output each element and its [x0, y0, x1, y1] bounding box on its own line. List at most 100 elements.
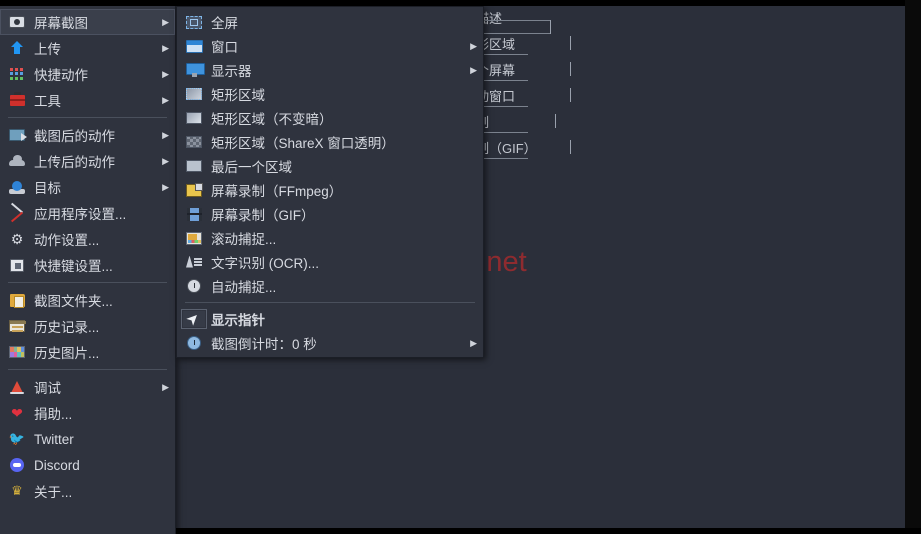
- camera-icon: [6, 14, 28, 30]
- submenu-item-label: 屏幕录制（GIF）: [211, 208, 315, 223]
- screenshot-submenu[interactable]: 全屏 窗口 ▶ 显示器 ▶ 矩形区域 矩形区域（不变暗） 矩形区域（ShareX…: [176, 6, 484, 358]
- menu-item-label: 目标: [34, 181, 61, 196]
- menu-separator: [8, 117, 167, 118]
- submenu-item-last-region[interactable]: 最后一个区域: [177, 154, 483, 178]
- background-table: 描述 形区域 个屏幕 动窗口 制 制（GIF）: [476, 8, 596, 164]
- submenu-item-label: 截图倒计时：0 秒: [211, 337, 317, 352]
- submenu-item-ocr[interactable]: 文字识别 (OCR)...: [177, 250, 483, 274]
- chevron-right-icon: ▶: [162, 381, 169, 392]
- tray-main-menu[interactable]: 屏幕截图 ▶ 上传 ▶ 快捷动作 ▶ 工具 ▶ 截图后的动作 ▶ 上传后的动作 …: [0, 6, 176, 534]
- submenu-item-monitor[interactable]: 显示器 ▶: [177, 58, 483, 82]
- submenu-item-region-transparent[interactable]: 矩形区域（ShareX 窗口透明）: [177, 130, 483, 154]
- chevron-right-icon: ▶: [162, 16, 169, 27]
- app-root: 描述 形区域 个屏幕 动窗口 制 制（GIF）: [0, 0, 921, 534]
- menu-item-label: 上传后的动作: [34, 155, 115, 170]
- menu-item-image-history[interactable]: 历史图片...: [0, 339, 175, 365]
- menu-item-twitter[interactable]: 🐦 Twitter: [0, 426, 175, 452]
- submenu-item-region[interactable]: 矩形区域: [177, 82, 483, 106]
- menu-item-task-settings[interactable]: ⚙ 动作设置...: [0, 226, 175, 252]
- submenu-item-label: 矩形区域（ShareX 窗口透明）: [211, 136, 395, 151]
- menu-item-upload[interactable]: 上传 ▶: [0, 35, 175, 61]
- delay-clock-icon: [183, 335, 205, 351]
- menu-item-screenshots-folder[interactable]: 截图文件夹...: [0, 287, 175, 313]
- monitor-icon: [183, 62, 205, 78]
- submenu-item-label: 矩形区域: [211, 88, 265, 103]
- table-row: 制: [476, 112, 596, 138]
- menu-item-label: 截图文件夹...: [34, 294, 113, 309]
- menu-separator: [8, 282, 167, 283]
- chevron-right-icon: ▶: [162, 42, 169, 53]
- menu-item-after-upload[interactable]: 上传后的动作 ▶: [0, 148, 175, 174]
- submenu-item-fullscreen[interactable]: 全屏: [177, 10, 483, 34]
- menu-item-history[interactable]: 历史记录...: [0, 313, 175, 339]
- menu-item-after-capture[interactable]: 截图后的动作 ▶: [0, 122, 175, 148]
- menu-separator: [185, 302, 475, 303]
- submenu-item-capture-delay[interactable]: 截图倒计时：0 秒 ▶: [177, 331, 483, 355]
- chevron-right-icon: ▶: [162, 129, 169, 140]
- chevron-right-icon: ▶: [470, 337, 477, 348]
- table-row: 个屏幕: [476, 60, 596, 86]
- submenu-item-label: 矩形区域（不变暗）: [211, 112, 333, 127]
- scrolling-capture-icon: [183, 230, 205, 246]
- last-region-icon: [183, 158, 205, 174]
- submenu-item-scrolling-capture[interactable]: 滚动捕捉...: [177, 226, 483, 250]
- menu-item-debug[interactable]: 调试 ▶: [0, 374, 175, 400]
- menu-item-label: 动作设置...: [34, 233, 100, 248]
- submenu-item-record-ffmpeg[interactable]: 屏幕录制（FFmpeg）: [177, 178, 483, 202]
- menu-item-label: 上传: [34, 42, 61, 57]
- upload-arrow-icon: [6, 40, 28, 56]
- submenu-item-region-light[interactable]: 矩形区域（不变暗）: [177, 106, 483, 130]
- table-row: 描述: [476, 8, 596, 34]
- submenu-item-label: 显示器: [211, 64, 252, 79]
- menu-item-app-settings[interactable]: 应用程序设置...: [0, 200, 175, 226]
- submenu-item-label: 滚动捕捉...: [211, 232, 277, 247]
- window-icon: [183, 38, 205, 54]
- record-ffmpeg-icon: [183, 182, 205, 198]
- menu-item-label: 历史记录...: [34, 320, 100, 335]
- menu-separator: [8, 369, 167, 370]
- cursor-icon: ➤: [181, 308, 207, 330]
- toolbox-icon: [6, 91, 28, 108]
- after-capture-icon: [6, 127, 28, 143]
- table-row: 制（GIF）: [476, 138, 596, 164]
- submenu-item-label: 屏幕录制（FFmpeg）: [211, 184, 343, 199]
- menu-item-about[interactable]: ♛ 关于...: [0, 478, 175, 504]
- region-light-icon: [183, 110, 205, 126]
- menu-item-label: 屏幕截图: [34, 16, 88, 31]
- menu-item-hotkey-settings[interactable]: 快捷键设置...: [0, 252, 175, 278]
- chevron-right-icon: ▶: [162, 155, 169, 166]
- menu-item-quick-actions[interactable]: 快捷动作 ▶: [0, 61, 175, 87]
- submenu-item-auto-capture[interactable]: 自动捕捉...: [177, 274, 483, 298]
- crown-icon: ♛: [11, 483, 23, 498]
- gear-icon: ⚙: [10, 231, 24, 247]
- menu-item-donate[interactable]: ❤ 捐助...: [0, 400, 175, 426]
- menu-item-destination[interactable]: 目标 ▶: [0, 174, 175, 200]
- submenu-item-show-cursor[interactable]: ➤ 显示指针: [177, 307, 483, 331]
- table-row: 动窗口: [476, 86, 596, 112]
- history-icon: [6, 318, 28, 334]
- menu-item-label: 历史图片...: [34, 346, 100, 361]
- menu-item-label: 快捷动作: [34, 68, 88, 83]
- menu-item-label: 调试: [34, 381, 61, 396]
- record-gif-icon: [183, 206, 205, 222]
- submenu-item-label: 文字识别 (OCR)...: [211, 256, 319, 271]
- image-history-icon: [6, 344, 28, 360]
- menu-item-screenshot[interactable]: 屏幕截图 ▶: [0, 9, 175, 35]
- grid-dots-icon: [6, 66, 28, 82]
- submenu-item-label: 全屏: [211, 16, 238, 31]
- menu-item-label: 快捷键设置...: [34, 259, 113, 274]
- folder-icon: [6, 292, 28, 308]
- menu-item-label: 工具: [34, 94, 61, 109]
- chevron-right-icon: ▶: [470, 64, 477, 75]
- menu-item-tools[interactable]: 工具 ▶: [0, 87, 175, 113]
- submenu-item-label: 窗口: [211, 40, 238, 55]
- menu-item-discord[interactable]: Discord: [0, 452, 175, 478]
- fullscreen-icon: [183, 14, 205, 30]
- submenu-item-record-gif[interactable]: 屏幕录制（GIF）: [177, 202, 483, 226]
- submenu-item-label: 自动捕捉...: [211, 280, 277, 295]
- wrench-icon: [6, 205, 28, 221]
- chevron-right-icon: ▶: [470, 40, 477, 51]
- auto-capture-icon: [183, 278, 205, 294]
- keyboard-icon: [6, 257, 28, 273]
- submenu-item-window[interactable]: 窗口 ▶: [177, 34, 483, 58]
